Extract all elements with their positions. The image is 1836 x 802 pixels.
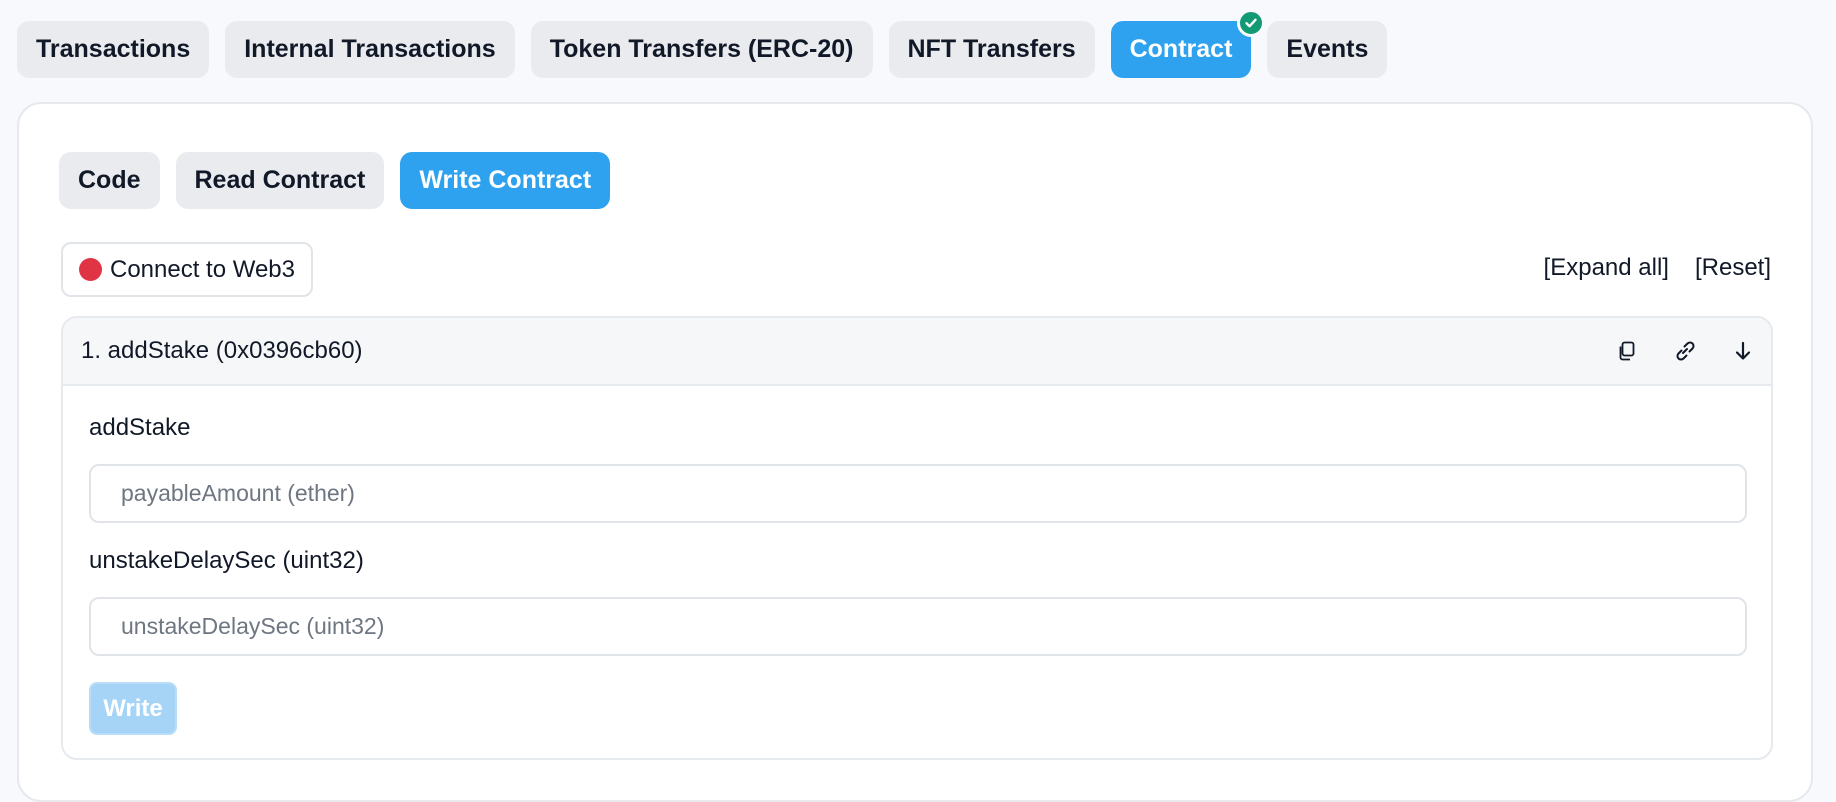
- disconnected-status-icon: [79, 258, 102, 281]
- arrow-down-icon[interactable]: [1727, 335, 1759, 367]
- copy-icon[interactable]: [1611, 335, 1643, 367]
- subtab-read-contract[interactable]: Read Contract: [175, 152, 385, 209]
- payable-amount-input[interactable]: [89, 464, 1747, 523]
- tab-contract[interactable]: Contract: [1110, 9, 1266, 78]
- contract-tabs: Transactions Internal Transactions Token…: [17, 9, 1388, 78]
- method-header[interactable]: 1. addStake (0x0396cb60): [63, 318, 1771, 386]
- tab-events[interactable]: Events: [1267, 21, 1388, 78]
- contract-subtabs: Code Read Contract Write Contract: [59, 152, 611, 209]
- reset-link[interactable]: [Reset]: [1695, 254, 1771, 282]
- tab-contract-label: Contract: [1129, 35, 1233, 63]
- contract-card: Code Read Contract Write Contract Connec…: [17, 102, 1813, 802]
- method-header-icons: [1611, 318, 1759, 384]
- subtab-code[interactable]: Code: [59, 152, 160, 209]
- link-icon[interactable]: [1669, 335, 1701, 367]
- tab-transactions[interactable]: Transactions: [17, 21, 210, 78]
- unstake-delay-label: unstakeDelaySec (uint32): [89, 547, 364, 574]
- expand-all-link[interactable]: [Expand all]: [1544, 254, 1669, 282]
- connect-web3-button[interactable]: Connect to Web3: [61, 242, 314, 297]
- addstake-label: addStake: [89, 414, 191, 441]
- write-button[interactable]: Write: [89, 682, 177, 735]
- connect-web3-label: Connect to Web3: [110, 255, 296, 283]
- subtab-write-contract[interactable]: Write Contract: [400, 152, 611, 209]
- method-title: 1. addStake (0x0396cb60): [81, 337, 363, 364]
- method-panel: 1. addStake (0x0396cb60) addStake payabl…: [61, 316, 1773, 760]
- tab-internal-transactions[interactable]: Internal Transactions: [225, 21, 515, 78]
- unstake-delay-input[interactable]: [89, 597, 1747, 656]
- panel-actions: [Expand all] [Reset]: [1544, 254, 1771, 282]
- tab-token-transfers[interactable]: Token Transfers (ERC-20): [530, 21, 873, 78]
- verified-check-icon: [1237, 9, 1266, 37]
- tab-nft-transfers[interactable]: NFT Transfers: [888, 21, 1095, 78]
